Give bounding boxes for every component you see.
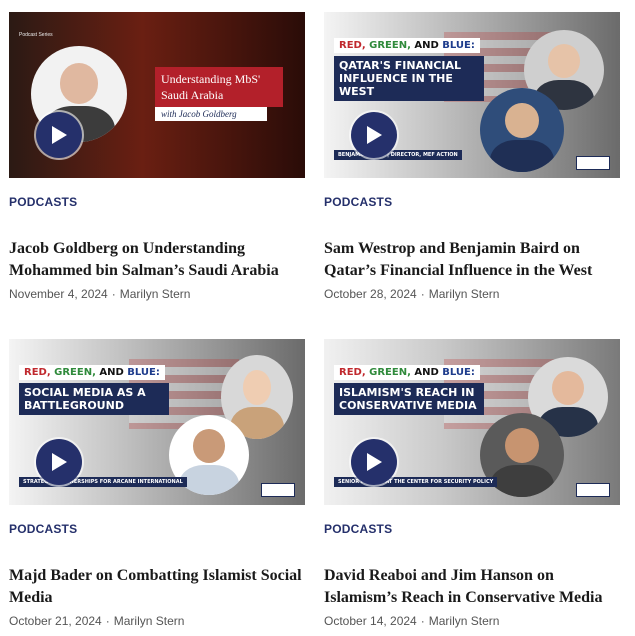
post-author: Marilyn Stern: [113, 614, 185, 628]
play-button[interactable]: [36, 439, 82, 485]
mef-logo: [576, 156, 610, 170]
thumbnail-headline: QATAR'S FINANCIAL INFLUENCE IN THE WEST: [334, 56, 484, 101]
post-date: November 4, 2024: [9, 287, 108, 301]
mef-logo: [576, 483, 610, 497]
post-date: October 28, 2024: [324, 287, 417, 301]
podcast-thumbnail[interactable]: RED, GREEN, AND BLUE: SOCIAL MEDIA AS A …: [9, 339, 305, 505]
post-author: Marilyn Stern: [428, 614, 500, 628]
post-author: Marilyn Stern: [428, 287, 500, 301]
play-button[interactable]: [36, 112, 82, 158]
podcast-title-link[interactable]: David Reaboi and Jim Hanson on Islamism’…: [324, 565, 620, 609]
podcast-card: RED, GREEN, AND BLUE: ISLAMISM'S REACH I…: [324, 339, 620, 628]
play-icon: [52, 126, 67, 144]
play-icon: [367, 126, 382, 144]
podcast-grid: Podcast Series Understanding MbS' Saudi …: [0, 0, 635, 636]
post-date: October 21, 2024: [9, 614, 102, 628]
series-banner: RED, GREEN, AND BLUE:: [19, 365, 165, 380]
post-meta: November 4, 2024 · Marilyn Stern: [9, 287, 191, 301]
play-button[interactable]: [351, 439, 397, 485]
play-icon: [367, 453, 382, 471]
post-meta: October 21, 2024 · Marilyn Stern: [9, 614, 185, 628]
post-date: October 14, 2024: [324, 614, 417, 628]
thumbnail-caption: BENJAMIN BAIRD | DIRECTOR, MEF ACTION: [334, 150, 462, 160]
play-button[interactable]: [351, 112, 397, 158]
thumbnail-headline: Understanding MbS' Saudi Arabia: [155, 67, 283, 107]
podcast-card: Podcast Series Understanding MbS' Saudi …: [9, 12, 305, 301]
category-link[interactable]: PODCASTS: [9, 195, 305, 209]
thumbnail-subline: with Jacob Goldberg: [155, 107, 267, 121]
podcast-thumbnail[interactable]: RED, GREEN, AND BLUE: QATAR'S FINANCIAL …: [324, 12, 620, 178]
podcast-title-link[interactable]: Jacob Goldberg on Understanding Mohammed…: [9, 238, 305, 282]
series-label: Podcast Series: [19, 32, 53, 38]
thumbnail-headline: SOCIAL MEDIA AS A BATTLEGROUND: [19, 383, 169, 415]
guest-portrait: [480, 88, 564, 172]
podcast-title-link[interactable]: Majd Bader on Combatting Islamist Social…: [9, 565, 305, 609]
series-banner: RED, GREEN, AND BLUE:: [334, 365, 480, 380]
mef-logo: [261, 483, 295, 497]
post-meta: October 14, 2024 · Marilyn Stern: [324, 614, 500, 628]
series-banner: RED, GREEN, AND BLUE:: [334, 38, 480, 53]
post-meta: October 28, 2024 · Marilyn Stern: [324, 287, 500, 301]
podcast-thumbnail[interactable]: Podcast Series Understanding MbS' Saudi …: [9, 12, 305, 178]
post-author: Marilyn Stern: [119, 287, 191, 301]
podcast-title-link[interactable]: Sam Westrop and Benjamin Baird on Qatar’…: [324, 238, 620, 282]
category-link[interactable]: PODCASTS: [324, 195, 620, 209]
podcast-thumbnail[interactable]: RED, GREEN, AND BLUE: ISLAMISM'S REACH I…: [324, 339, 620, 505]
play-icon: [52, 453, 67, 471]
podcast-card: RED, GREEN, AND BLUE: SOCIAL MEDIA AS A …: [9, 339, 305, 628]
category-link[interactable]: PODCASTS: [9, 522, 305, 536]
podcast-card: RED, GREEN, AND BLUE: QATAR'S FINANCIAL …: [324, 12, 620, 301]
thumbnail-headline: ISLAMISM'S REACH IN CONSERVATIVE MEDIA: [334, 383, 484, 415]
category-link[interactable]: PODCASTS: [324, 522, 620, 536]
